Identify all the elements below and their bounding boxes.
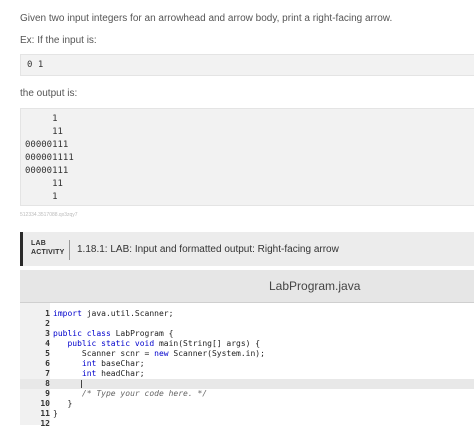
watermark: 512334.3517088.qx3zqy7 — [20, 212, 78, 218]
lab-activity-badge: LAB ACTIVITY — [31, 239, 65, 257]
line-number: 1 — [45, 309, 50, 318]
line-number: 9 — [45, 389, 50, 398]
code-editor[interactable]: 1 import java.util.Scanner; 2 3 public class… — [20, 303, 474, 428]
line-number: 2 — [45, 319, 50, 328]
code-text: Scanner scnr = new Scanner(System.in); — [53, 349, 265, 359]
example-label: Ex: If the input is: — [20, 35, 97, 46]
code-text: public static void main(String[] args) { — [53, 339, 260, 349]
line-number: 11 — [40, 409, 50, 418]
example-output-box: 1 11 00000111 000001111 00000111 11 1 — [20, 108, 474, 206]
code-line[interactable]: 3 public class LabProgram { — [20, 329, 474, 339]
code-token: java.util.Scanner; — [81, 309, 174, 318]
code-keyword: int — [53, 359, 97, 368]
line-number: 12 — [40, 419, 50, 428]
output-line: 11 — [25, 179, 63, 189]
code-token: } — [53, 399, 73, 408]
code-text: } — [53, 399, 72, 409]
example-input-box: 0 1 — [20, 54, 474, 76]
lab-title: 1.18.1: LAB: Input and formatted output:… — [77, 244, 339, 255]
badge-line-activity: ACTIVITY — [31, 249, 65, 256]
file-name-tab[interactable]: LabProgram.java — [269, 279, 360, 293]
code-token: baseChar; — [96, 359, 145, 368]
lab-activity-header: LAB ACTIVITY 1.18.1: LAB: Input and form… — [20, 232, 474, 266]
code-line[interactable]: 10 } — [20, 399, 474, 409]
code-line[interactable]: 9 /* Type your code here. */ — [20, 389, 474, 399]
output-line: 1 — [25, 192, 58, 202]
output-line: 00000111 — [25, 140, 69, 150]
text-cursor — [81, 380, 82, 388]
code-line[interactable]: 5 Scanner scnr = new Scanner(System.in); — [20, 349, 474, 359]
code-keyword: public static void — [53, 339, 155, 348]
line-number: 3 — [45, 329, 50, 338]
code-token: LabProgram { — [110, 329, 174, 338]
code-line[interactable]: 7 int headChar; — [20, 369, 474, 379]
line-number: 4 — [45, 339, 50, 348]
code-keyword: public class — [53, 329, 111, 338]
code-text: /* Type your code here. */ — [53, 389, 207, 399]
output-label: the output is: — [20, 88, 78, 99]
code-text: int baseChar; — [53, 359, 145, 369]
code-text: public class LabProgram { — [53, 329, 173, 339]
code-keyword: import — [53, 309, 82, 318]
code-line[interactable]: 8 — [20, 379, 474, 389]
problem-prompt: Given two input integers for an arrowhea… — [20, 13, 393, 24]
code-text: } — [53, 409, 58, 419]
file-tab-bar: LabProgram.java — [20, 270, 474, 303]
code-line[interactable]: 1 import java.util.Scanner; — [20, 309, 474, 319]
code-token: headChar; — [96, 369, 145, 378]
code-token: main(String[] args) { — [154, 339, 261, 348]
line-number: 8 — [45, 379, 50, 388]
example-input-text: 0 1 — [27, 60, 44, 70]
code-keyword: int — [53, 369, 97, 378]
code-keyword: new — [154, 349, 169, 358]
code-token: } — [53, 409, 58, 418]
output-line: 00000111 — [25, 166, 69, 176]
header-divider — [69, 240, 70, 260]
line-number: 7 — [45, 369, 50, 378]
code-line[interactable]: 11} — [20, 409, 474, 419]
line-number: 6 — [45, 359, 50, 368]
code-line[interactable]: 2 — [20, 319, 474, 329]
output-line: 1 — [25, 114, 58, 124]
code-token: Scanner(System.in); — [168, 349, 265, 358]
code-token: Scanner scnr = — [53, 349, 155, 358]
code-line[interactable]: 6 int baseChar; — [20, 359, 474, 369]
code-text: int headChar; — [53, 369, 145, 379]
output-line: 11 — [25, 127, 63, 137]
line-number: 10 — [40, 399, 50, 408]
badge-line-lab: LAB — [31, 240, 46, 247]
code-line[interactable]: 4 public static void main(String[] args)… — [20, 339, 474, 349]
line-number: 5 — [45, 349, 50, 358]
code-text: import java.util.Scanner; — [53, 309, 173, 319]
output-line: 000001111 — [25, 153, 74, 163]
code-line[interactable]: 12 — [20, 419, 474, 429]
code-comment: /* Type your code here. */ — [53, 389, 208, 398]
